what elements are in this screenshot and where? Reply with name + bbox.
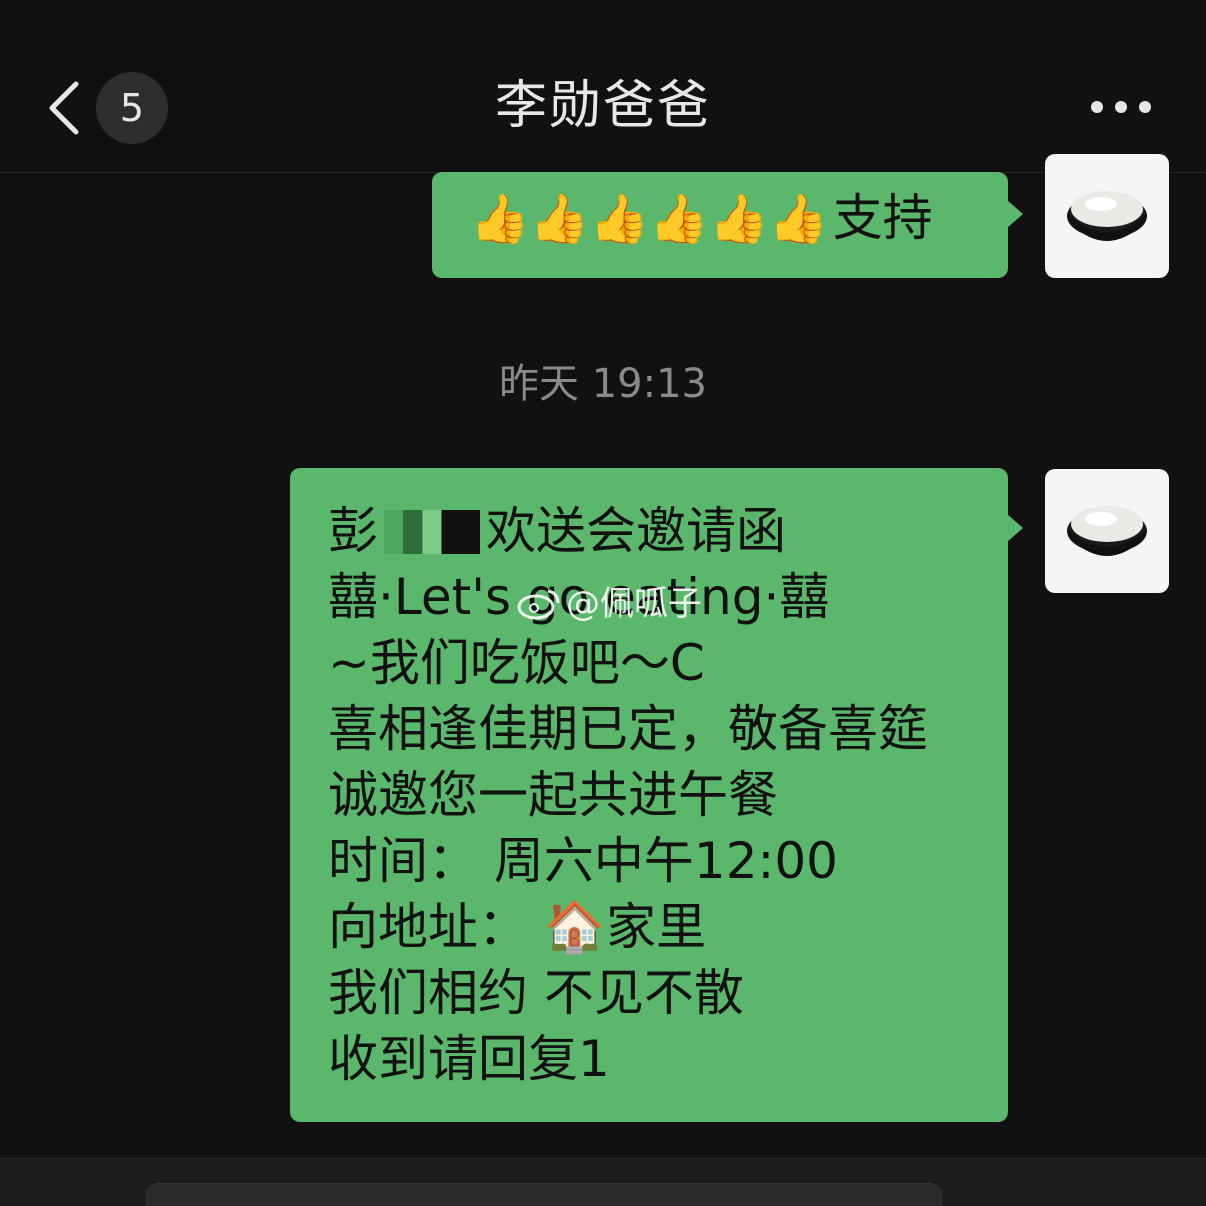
rice-bowl-avatar-icon [1067, 506, 1147, 556]
input-bar [0, 1158, 1206, 1206]
message-line: 我们相约 不见不散 [328, 964, 744, 1022]
watermark: @佩呱子 [516, 584, 702, 624]
rice-bowl-avatar-icon [1067, 191, 1147, 241]
message-bubble[interactable]: 彭欢送会邀请函 囍·Let's go eating·囍 ~我们吃饭吧～C 喜相逢… [290, 468, 1023, 1122]
message-line: 喜相逢佳期已定，敬备喜筵 [328, 700, 928, 758]
avatar[interactable] [1045, 469, 1169, 593]
chat-title: 李勋爸爸 [494, 76, 711, 136]
watermark-text: @佩呱子 [566, 584, 702, 624]
weibo-logo-icon [517, 589, 560, 620]
chat-header: 5 李勋爸爸 [0, 0, 1206, 173]
redacted-name-mosaic [384, 510, 480, 554]
message-line: 向地址： 🏠家里 [328, 898, 707, 956]
message-text-support: 支持 [832, 189, 933, 247]
message-text: 👍👍👍👍👍👍支持 [470, 186, 933, 251]
message-input[interactable] [146, 1183, 942, 1206]
avatar[interactable] [1045, 154, 1169, 278]
chat-screen: 5 李勋爸爸 👍👍👍👍👍👍支持 昨天 19:13 彭欢送会邀请函 囍·Let's… [0, 0, 1206, 1206]
message-line: 收到请回复1 [328, 1030, 610, 1088]
message-bubble[interactable]: 👍👍👍👍👍👍支持 [432, 172, 1023, 278]
message-line: 彭欢送会邀请函 [328, 502, 786, 560]
message-line: ~我们吃饭吧～C [328, 634, 705, 692]
message-line: 诚邀您一起共进午餐 [328, 766, 778, 824]
message-line: 时间： 周六中午12:00 [328, 832, 838, 890]
more-options-icon[interactable] [1086, 92, 1156, 122]
message-timestamp: 昨天 19:13 [499, 361, 707, 407]
thumbs-up-emoji: 👍👍👍👍👍👍 [470, 191, 829, 247]
